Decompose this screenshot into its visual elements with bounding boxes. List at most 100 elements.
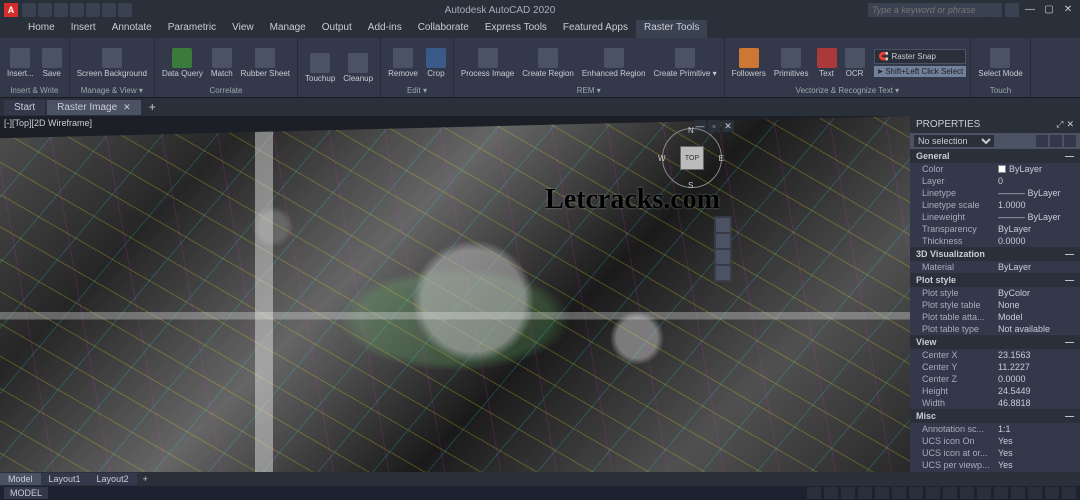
new-layout-button[interactable]: +: [137, 474, 154, 484]
ribbon-tab-manage[interactable]: Manage: [262, 20, 314, 38]
create-region-button[interactable]: Create Region: [519, 47, 577, 79]
cleanup-button[interactable]: Cleanup: [340, 52, 376, 84]
properties-title[interactable]: PROPERTIES ⤢ ✕: [910, 116, 1080, 133]
qat-saveas-icon[interactable]: [70, 3, 84, 17]
props-row-material[interactable]: MaterialByLayer: [910, 261, 1080, 273]
insert--button[interactable]: Insert...: [4, 47, 37, 79]
nav-wheel-icon[interactable]: [716, 218, 730, 232]
props-row-width[interactable]: Width46.8818: [910, 397, 1080, 409]
close-button[interactable]: ✕: [1060, 3, 1076, 17]
viewport-label[interactable]: [-][Top][2D Wireframe]: [4, 118, 92, 128]
props-value[interactable]: 24.5449: [998, 386, 1074, 396]
ribbon-tab-parametric[interactable]: Parametric: [160, 20, 224, 38]
props-value[interactable]: ByLayer: [998, 262, 1074, 272]
raster-snap-toggle[interactable]: 🧲Raster Snap: [874, 49, 967, 64]
selection-dropdown[interactable]: No selection: [914, 135, 994, 147]
view-cube-top-face[interactable]: TOP: [680, 146, 704, 170]
props-value[interactable]: ——— ByLayer: [998, 212, 1074, 222]
quick-select-icon[interactable]: [1036, 135, 1048, 147]
qat-new-icon[interactable]: [22, 3, 36, 17]
ribbon-tab-featured-apps[interactable]: Featured Apps: [555, 20, 636, 38]
nav-zoom-icon[interactable]: [716, 250, 730, 264]
layout-tab-layout1[interactable]: Layout1: [41, 473, 89, 485]
compass-n[interactable]: N: [688, 126, 694, 135]
props-value[interactable]: ByLayer: [998, 164, 1074, 174]
props-value[interactable]: 46.8818: [998, 398, 1074, 408]
app-logo[interactable]: A: [4, 3, 18, 17]
props-row-plot-table-atta-[interactable]: Plot table atta...Model: [910, 311, 1080, 323]
ribbon-tab-view[interactable]: View: [224, 20, 262, 38]
annotation-scale-icon[interactable]: [943, 487, 957, 499]
select-mode-button[interactable]: Select Mode: [975, 47, 1025, 79]
view-cube[interactable]: TOP N S E W: [662, 128, 722, 188]
props-value[interactable]: ByColor: [998, 288, 1074, 298]
process-image-button[interactable]: Process Image: [458, 47, 517, 79]
ribbon-tab-insert[interactable]: Insert: [63, 20, 104, 38]
hardware-accel-icon[interactable]: [1028, 487, 1042, 499]
save-button[interactable]: Save: [39, 47, 65, 79]
data-query-button[interactable]: Data Query: [159, 47, 206, 79]
props-row-ucs-icon-at-or-[interactable]: UCS icon at or...Yes: [910, 447, 1080, 459]
signin-icon[interactable]: [988, 3, 1002, 17]
ribbon-tab-collaborate[interactable]: Collaborate: [410, 20, 477, 38]
props-value[interactable]: 0: [998, 176, 1074, 186]
workspace-switch-icon[interactable]: [960, 487, 974, 499]
props-value[interactable]: 11.2227: [998, 362, 1074, 372]
touchup-button[interactable]: Touchup: [302, 52, 338, 84]
qat-save-icon[interactable]: [54, 3, 68, 17]
props-row-ucs-icon-on[interactable]: UCS icon OnYes: [910, 435, 1080, 447]
text-button[interactable]: Text: [814, 47, 840, 79]
props-value[interactable]: 0.0000: [998, 236, 1074, 246]
props-section-view[interactable]: View—: [910, 335, 1080, 349]
props-row-thickness[interactable]: Thickness0.0000: [910, 235, 1080, 247]
props-pin-icon[interactable]: ⤢: [1056, 119, 1063, 130]
drawing-canvas[interactable]: [0, 116, 910, 486]
shift-left-click-select[interactable]: ➤Shift+Left Click Select: [874, 66, 967, 77]
ribbon-tab-annotate[interactable]: Annotate: [104, 20, 160, 38]
enhanced-region-button[interactable]: Enhanced Region: [579, 47, 649, 79]
units-icon[interactable]: [994, 487, 1008, 499]
props-value[interactable]: Yes: [998, 460, 1074, 470]
props-row-annotation-sc-[interactable]: Annotation sc...1:1: [910, 423, 1080, 435]
select-objects-icon[interactable]: [1050, 135, 1062, 147]
match-button[interactable]: Match: [208, 47, 236, 79]
polar-icon[interactable]: [858, 487, 872, 499]
vp-close-icon[interactable]: ✕: [722, 120, 734, 132]
close-tab-icon[interactable]: ✕: [123, 102, 131, 113]
ortho-icon[interactable]: [841, 487, 855, 499]
props-row-transparency[interactable]: TransparencyByLayer: [910, 223, 1080, 235]
props-close-icon[interactable]: ✕: [1066, 119, 1074, 130]
props-value[interactable]: Yes: [998, 436, 1074, 446]
layout-tab-model[interactable]: Model: [0, 473, 41, 485]
snap-icon[interactable]: [824, 487, 838, 499]
lineweight-icon[interactable]: [909, 487, 923, 499]
crop-button[interactable]: Crop: [423, 47, 449, 79]
props-value[interactable]: ——— ByLayer: [998, 188, 1074, 198]
props-value[interactable]: 1.0000: [998, 200, 1074, 210]
props-row-center-z[interactable]: Center Z0.0000: [910, 373, 1080, 385]
props-section-3d-visualization[interactable]: 3D Visualization—: [910, 247, 1080, 261]
minimize-button[interactable]: —: [1022, 3, 1038, 17]
props-section-general[interactable]: General—: [910, 149, 1080, 163]
props-value[interactable]: 0.0000: [998, 374, 1074, 384]
props-value[interactable]: None: [998, 300, 1074, 310]
props-row-color[interactable]: ColorByLayer: [910, 163, 1080, 175]
nav-pan-icon[interactable]: [716, 234, 730, 248]
ribbon-tab-home[interactable]: Home: [20, 20, 63, 38]
file-tab-raster-image[interactable]: Raster Image✕: [47, 100, 141, 115]
props-value[interactable]: Model: [998, 312, 1074, 322]
props-row-height[interactable]: Height24.5449: [910, 385, 1080, 397]
qat-redo-icon[interactable]: [118, 3, 132, 17]
transparency-icon[interactable]: [926, 487, 940, 499]
screen-background-button[interactable]: Screen Background: [74, 47, 150, 79]
annotation-monitor-icon[interactable]: [977, 487, 991, 499]
ribbon-tab-raster-tools[interactable]: Raster Tools: [636, 20, 707, 38]
props-value[interactable]: ByLayer: [998, 224, 1074, 234]
clean-screen-icon[interactable]: [1045, 487, 1059, 499]
ribbon-tab-express-tools[interactable]: Express Tools: [477, 20, 555, 38]
props-row-lineweight[interactable]: Lineweight——— ByLayer: [910, 211, 1080, 223]
create-primitive--button[interactable]: Create Primitive ▾: [650, 47, 719, 79]
props-row-linetype[interactable]: Linetype——— ByLayer: [910, 187, 1080, 199]
status-model-button[interactable]: MODEL: [4, 487, 48, 499]
props-section-plot-style[interactable]: Plot style—: [910, 273, 1080, 287]
